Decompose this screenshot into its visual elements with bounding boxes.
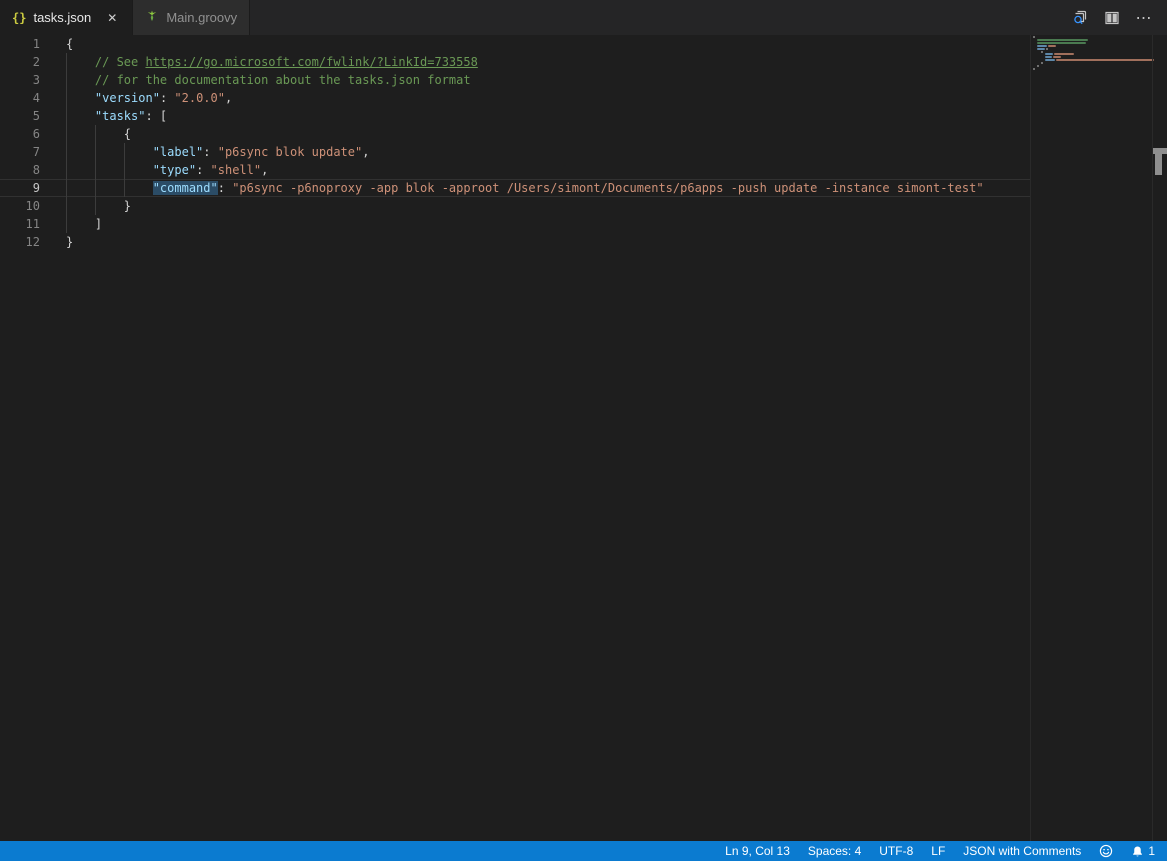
encoding-setting[interactable]: UTF-8 [870, 841, 922, 861]
line-content: ] [40, 215, 102, 233]
code-area[interactable]: 1{2 // See https://go.microsoft.com/fwli… [0, 35, 1030, 251]
notification-count: 1 [1148, 844, 1155, 858]
line-content: "version": "2.0.0", [40, 89, 232, 107]
minimap-line [1037, 65, 1039, 67]
status-bar: Ln 9, Col 13 Spaces: 4 UTF-8 LF JSON wit… [0, 841, 1167, 861]
tab-bar: {} tasks.json ✕ Main.groovy [0, 0, 1167, 35]
line-number: 10 [0, 197, 40, 215]
tab-main-groovy[interactable]: Main.groovy [133, 0, 250, 35]
minimap-line [1045, 53, 1074, 55]
line-number: 8 [0, 161, 40, 179]
indentation-setting[interactable]: Spaces: 4 [799, 841, 870, 861]
notifications-bell[interactable]: 1 [1122, 841, 1167, 861]
code-line-11[interactable]: 11 ] [0, 215, 1030, 233]
open-preview-search-icon[interactable] [1071, 9, 1089, 27]
eol-setting[interactable]: LF [922, 841, 954, 861]
json-braces-icon: {} [12, 11, 26, 25]
line-number: 2 [0, 53, 40, 71]
line-number: 7 [0, 143, 40, 161]
code-line-5[interactable]: 5 "tasks": [ [0, 107, 1030, 125]
minimap-line [1041, 51, 1043, 53]
feedback-smiley-icon[interactable] [1090, 841, 1122, 861]
minimap-line [1037, 39, 1088, 41]
overview-ruler[interactable] [1152, 35, 1167, 841]
line-content: "command": "p6sync -p6noproxy -app blok … [40, 179, 984, 197]
line-number: 9 [0, 179, 40, 197]
tab-label: tasks.json [33, 10, 91, 25]
line-number: 6 [0, 125, 40, 143]
line-content: // for the documentation about the tasks… [40, 71, 471, 89]
minimap-line [1045, 56, 1061, 58]
line-number: 12 [0, 233, 40, 251]
code-line-6[interactable]: 6 { [0, 125, 1030, 143]
split-editor-icon[interactable] [1103, 9, 1121, 27]
line-number: 3 [0, 71, 40, 89]
code-line-10[interactable]: 10 } [0, 197, 1030, 215]
line-content: { [40, 35, 73, 53]
line-content: } [40, 233, 73, 251]
line-content: } [40, 197, 131, 215]
groovy-star-icon [145, 9, 159, 26]
line-content: "type": "shell", [40, 161, 268, 179]
tab-label: Main.groovy [166, 10, 237, 25]
line-content: "label": "p6sync blok update", [40, 143, 369, 161]
line-content: // See https://go.microsoft.com/fwlink/?… [40, 53, 478, 71]
line-content: { [40, 125, 131, 143]
editor-actions: ⋯ [1071, 0, 1167, 35]
code-line-7[interactable]: 7 "label": "p6sync blok update", [0, 143, 1030, 161]
line-number: 11 [0, 215, 40, 233]
minimap-line [1045, 59, 1154, 61]
line-number: 1 [0, 35, 40, 53]
bell-icon [1131, 845, 1144, 858]
language-mode[interactable]: JSON with Comments [954, 841, 1090, 861]
line-number: 5 [0, 107, 40, 125]
minimap-line [1033, 68, 1035, 70]
code-line-2[interactable]: 2 // See https://go.microsoft.com/fwlink… [0, 53, 1030, 71]
code-line-1[interactable]: 1{ [0, 35, 1030, 53]
code-line-9[interactable]: 9 "command": "p6sync -p6noproxy -app blo… [0, 179, 1030, 197]
minimap-line [1041, 62, 1043, 64]
line-content: "tasks": [ [40, 107, 167, 125]
minimap[interactable] [1030, 35, 1152, 841]
minimap-line [1037, 45, 1056, 47]
minimap-line [1037, 42, 1086, 44]
cursor-position[interactable]: Ln 9, Col 13 [716, 841, 799, 861]
line-number: 4 [0, 89, 40, 107]
code-line-12[interactable]: 12} [0, 233, 1030, 251]
tab-tasks-json[interactable]: {} tasks.json ✕ [0, 0, 133, 35]
editor-pane[interactable]: 1{2 // See https://go.microsoft.com/fwli… [0, 35, 1167, 841]
ruler-selection-mark [1155, 154, 1162, 175]
more-actions-icon[interactable]: ⋯ [1135, 9, 1153, 27]
close-icon[interactable]: ✕ [104, 10, 120, 26]
minimap-line [1033, 36, 1035, 38]
minimap-line [1037, 48, 1048, 50]
code-line-4[interactable]: 4 "version": "2.0.0", [0, 89, 1030, 107]
code-line-8[interactable]: 8 "type": "shell", [0, 161, 1030, 179]
code-line-3[interactable]: 3 // for the documentation about the tas… [0, 71, 1030, 89]
